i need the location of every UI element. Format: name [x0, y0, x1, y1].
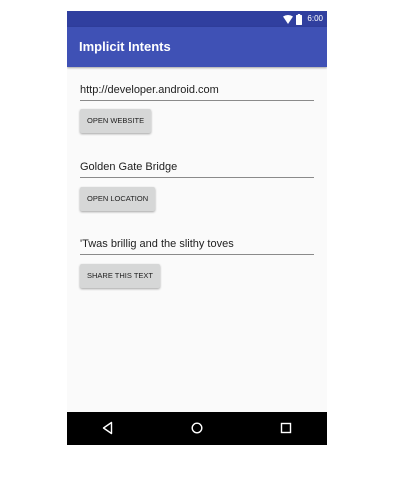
phone-screen: 6:00 Implicit Intents http://developer.a… — [67, 11, 327, 445]
share-text-input[interactable]: 'Twas brillig and the slithy toves — [80, 236, 314, 255]
navigation-bar — [67, 412, 327, 445]
wifi-icon — [283, 14, 294, 24]
app-bar: Implicit Intents — [67, 27, 327, 67]
recents-icon[interactable] — [278, 420, 294, 436]
battery-icon — [296, 13, 303, 25]
status-time: 6:00 — [307, 14, 323, 23]
status-icons: 6:00 — [283, 13, 323, 25]
location-input[interactable]: Golden Gate Bridge — [80, 159, 314, 178]
website-url-input[interactable]: http://developer.android.com — [80, 82, 314, 101]
app-title: Implicit Intents — [79, 39, 171, 54]
open-location-button[interactable]: OPEN LOCATION — [80, 187, 156, 211]
share-text-button[interactable]: SHARE THIS TEXT — [80, 264, 160, 288]
home-icon[interactable] — [189, 420, 205, 436]
open-website-button[interactable]: OPEN WEBSITE — [80, 109, 152, 133]
status-bar: 6:00 — [67, 11, 327, 27]
back-icon[interactable] — [100, 420, 116, 436]
main-content: http://developer.android.com OPEN WEBSIT… — [67, 67, 327, 412]
